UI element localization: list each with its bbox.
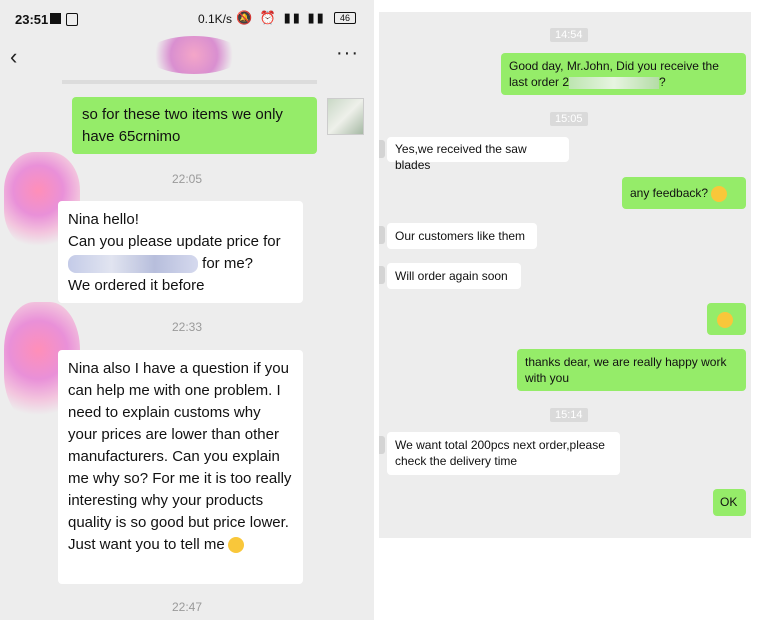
message-line: Can you please update price for [68, 233, 281, 250]
message-text: Nina also I have a question if you can h… [68, 360, 292, 553]
status-time: 23:51 [15, 12, 49, 27]
message-text: Will order again soon [395, 269, 508, 283]
message-text: thanks dear, we are really happy work wi… [525, 355, 727, 385]
message-text: Yes,we received the saw blades [395, 142, 527, 172]
blurred-product-name [68, 255, 198, 274]
message-bubble-received[interactable]: Will order again soon [387, 263, 521, 289]
message-bubble-received[interactable]: Nina hello! Can you please update price … [58, 201, 303, 303]
network-speed: 0.1K/s [198, 12, 233, 26]
message-bubble-sent[interactable]: thanks dear, we are really happy work wi… [517, 349, 746, 391]
emoji-icon [717, 311, 733, 328]
message-text: Our customers like them [395, 229, 526, 243]
smile-emoji-icon [711, 185, 728, 202]
message-text: OK [720, 495, 738, 509]
message-bubble-received[interactable]: Yes,we received the saw blades [387, 137, 569, 172]
more-options-icon[interactable]: ··· [336, 42, 359, 65]
right-chat-screenshot: 14:54 Good day, Mr.John, Did you receive… [379, 12, 751, 538]
back-arrow-icon[interactable]: ‹ [10, 44, 17, 70]
message-bubble-received[interactable]: Our customers like them [387, 223, 537, 249]
left-chat-screenshot: 23:51 0.1K/s 🔕 ⏰ ▮▮ ▮▮ 46 ‹ ··· so for t… [0, 0, 374, 620]
thinking-emoji-icon [227, 537, 244, 554]
message-bubble-received[interactable]: Nina also I have a question if you can h… [58, 350, 303, 584]
message-bubble-sent[interactable] [707, 303, 746, 335]
sender-avatar[interactable] [327, 98, 364, 135]
message-text: so for these two items we only have 65cr… [82, 106, 283, 145]
battery-icon: 46 [334, 12, 356, 24]
sim-icon [66, 13, 78, 26]
message-text: We want total 200pcs next order,please c… [395, 438, 605, 468]
notification-icon [50, 13, 61, 24]
message-line: for me? [198, 255, 254, 272]
contact-avatar-edge [379, 436, 385, 454]
message-line: Nina hello! [68, 211, 139, 228]
message-text: ? [659, 75, 666, 89]
status-bar: 23:51 0.1K/s 🔕 ⏰ ▮▮ ▮▮ 46 [0, 0, 374, 36]
contact-avatar-edge [379, 226, 385, 244]
message-bubble-sent[interactable]: Good day, Mr.John, Did you receive the l… [501, 53, 746, 95]
message-bubble-sent[interactable]: any feedback? [622, 177, 746, 209]
message-text: any feedback? [630, 186, 709, 200]
status-icons: 🔕 ⏰ ▮▮ ▮▮ [236, 10, 326, 25]
message-timestamp: 15:05 [550, 112, 588, 126]
message-bubble-sent[interactable]: so for these two items we only have 65cr… [72, 97, 317, 154]
message-timestamp: 14:54 [550, 28, 588, 42]
blurred-contact-name [146, 36, 242, 74]
chat-header: ‹ ··· [0, 36, 374, 86]
message-line: We ordered it before [68, 277, 205, 294]
message-timestamp: 22:47 [172, 600, 203, 614]
message-timestamp: 22:33 [172, 320, 203, 334]
message-bubble-sent[interactable]: OK [713, 489, 746, 516]
contact-avatar-edge [379, 140, 385, 158]
blurred-order-number [569, 76, 660, 89]
message-timestamp: 15:14 [550, 408, 588, 422]
contact-avatar-edge [379, 266, 385, 284]
message-bubble-received[interactable]: We want total 200pcs next order,please c… [387, 432, 620, 475]
header-divider [62, 80, 317, 84]
message-timestamp: 22:05 [172, 172, 203, 186]
